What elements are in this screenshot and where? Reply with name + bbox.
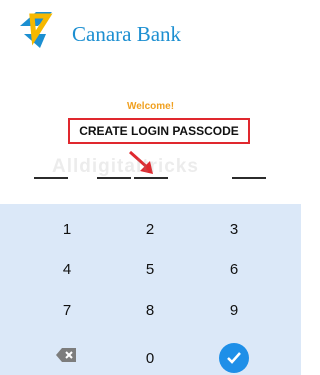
brand-name: Canara Bank <box>72 22 182 46</box>
submit-button[interactable] <box>219 343 249 373</box>
key-5[interactable]: 5 <box>115 255 185 285</box>
passcode-slot-4 <box>232 177 266 179</box>
numeric-keypad: 1 2 3 4 5 6 7 8 9 0 <box>0 204 301 375</box>
key-4[interactable]: 4 <box>32 255 102 285</box>
key-2[interactable]: 2 <box>115 215 185 245</box>
key-0[interactable]: 0 <box>115 344 185 374</box>
canara-logo-icon <box>20 12 53 48</box>
key-6[interactable]: 6 <box>199 255 269 285</box>
page-title: CREATE LOGIN PASSCODE <box>79 124 239 138</box>
watermark-text: Alldigitaltricks <box>52 156 199 177</box>
key-3[interactable]: 3 <box>199 215 269 245</box>
brand-logo: Canara Bank <box>14 4 184 52</box>
key-9[interactable]: 9 <box>199 296 269 326</box>
key-8[interactable]: 8 <box>115 296 185 326</box>
passcode-slot-3 <box>134 177 168 179</box>
key-7[interactable]: 7 <box>32 296 102 326</box>
checkmark-icon <box>227 352 241 364</box>
backspace-icon[interactable] <box>56 348 76 362</box>
key-1[interactable]: 1 <box>32 215 102 245</box>
welcome-text: Welcome! <box>126 101 175 112</box>
passcode-slot-1 <box>34 177 68 179</box>
passcode-slot-2 <box>97 177 131 179</box>
